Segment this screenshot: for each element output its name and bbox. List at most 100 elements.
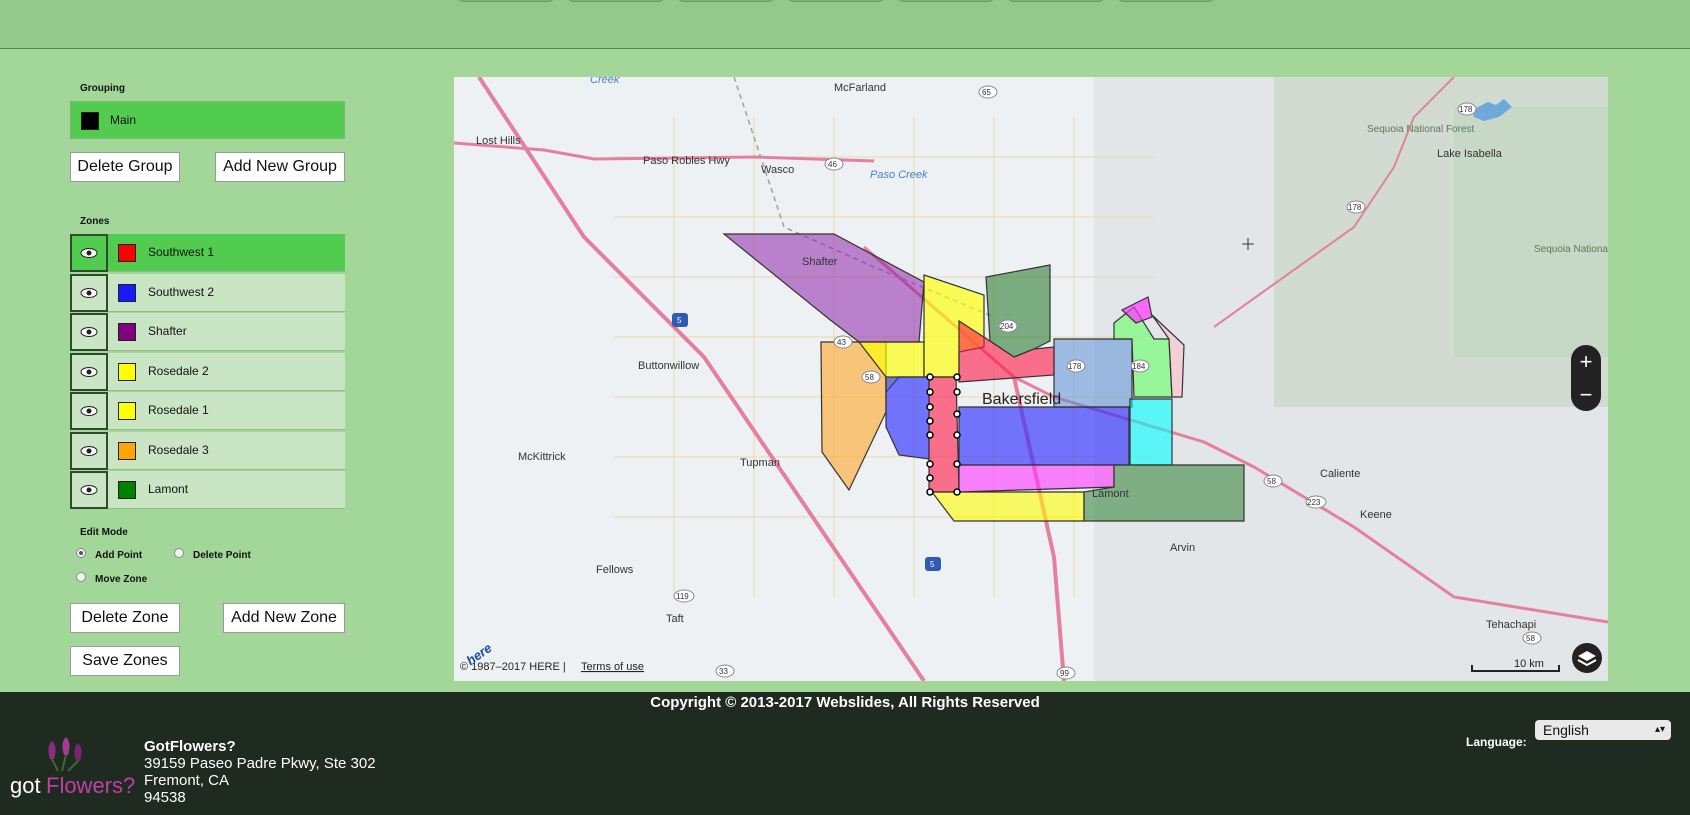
- logo-text-flowers: Flowers?: [46, 773, 136, 798]
- zone-row[interactable]: Rosedale 2: [70, 352, 345, 391]
- zoom-in-button[interactable]: +: [1571, 345, 1601, 378]
- route-shield: 178: [1068, 362, 1082, 371]
- place-label: Keene: [1360, 509, 1392, 521]
- place-label: Fellows: [596, 564, 634, 576]
- layers-button[interactable]: [1572, 643, 1602, 673]
- place-label: Arvin: [1170, 542, 1195, 554]
- visibility-toggle[interactable]: [70, 234, 108, 272]
- zone-name: Rosedale 1: [148, 403, 209, 417]
- route-shield: 223: [1307, 498, 1321, 507]
- delete-point-radio[interactable]: [174, 548, 184, 558]
- footer-address: GotFlowers? 39159 Paseo Padre Pkwy, Ste …: [144, 738, 376, 806]
- move-zone-radio[interactable]: [76, 572, 86, 582]
- route-shield: 65: [982, 88, 991, 97]
- nav-tab[interactable]: [1116, 0, 1216, 2]
- zoom-control: + −: [1571, 345, 1601, 411]
- zone-magenta-south[interactable]: [958, 464, 1115, 493]
- route-shield: 119: [676, 592, 689, 601]
- nav-tab[interactable]: [1006, 0, 1106, 2]
- zone-name: Rosedale 2: [148, 363, 209, 378]
- place-label: Sequoia National Forest: [1534, 244, 1608, 255]
- eye-icon: [80, 485, 98, 495]
- route-shield: 5: [677, 316, 682, 325]
- top-nav-bar: [0, 0, 1690, 49]
- route-shield: 5: [930, 560, 935, 569]
- zone-cyan[interactable]: [1129, 398, 1173, 466]
- route-shield: 33: [719, 667, 728, 676]
- eye-icon: [80, 366, 98, 377]
- edit-mode-heading: Edit Mode: [80, 527, 128, 538]
- zone-color-swatch[interactable]: [118, 323, 136, 341]
- address-zip: 94538: [144, 789, 186, 806]
- zone-name: Southwest 2: [148, 284, 215, 299]
- zoom-out-button[interactable]: −: [1571, 378, 1601, 411]
- address-line-2: Fremont, CA: [144, 772, 230, 789]
- zone-color-swatch[interactable]: [118, 481, 136, 499]
- gotflowers-logo: got Flowers?: [10, 737, 135, 812]
- forest-terrain: [1454, 107, 1608, 357]
- language-label: Language:: [1466, 735, 1527, 749]
- nav-tab[interactable]: [566, 0, 666, 2]
- zone-color-swatch[interactable]: [118, 362, 136, 381]
- eye-icon: [80, 406, 98, 416]
- zone-row[interactable]: Rosedale 1: [70, 392, 345, 430]
- add-new-group-button[interactable]: Add New Group: [215, 152, 345, 182]
- route-shield: 43: [837, 338, 846, 347]
- zone-yellow-south[interactable]: [930, 491, 1085, 522]
- footer: Copyright © 2013-2017 Webslides, All Rig…: [0, 692, 1690, 815]
- visibility-toggle[interactable]: [70, 273, 108, 312]
- place-label: Lamont: [1092, 488, 1129, 500]
- visibility-toggle[interactable]: [70, 392, 108, 430]
- visibility-toggle[interactable]: [70, 431, 108, 470]
- eye-icon: [80, 287, 98, 298]
- map-svg[interactable]: Creek McFarland Lost Hills Paso Robles H…: [454, 77, 1608, 681]
- scale-label: 10 km: [1514, 658, 1544, 670]
- route-shield: 58: [1526, 634, 1535, 643]
- zone-color-swatch[interactable]: [118, 244, 136, 262]
- zone-east-blue[interactable]: [1053, 338, 1133, 408]
- place-label: Sequoia National Forest: [1367, 124, 1475, 135]
- zone-southwest-2-west[interactable]: [885, 376, 930, 460]
- nav-tab[interactable]: [456, 0, 556, 2]
- group-color-swatch[interactable]: [81, 112, 99, 130]
- eye-icon: [80, 445, 98, 456]
- zone-color-swatch[interactable]: [118, 283, 136, 302]
- zone-name: Rosedale 3: [148, 442, 209, 457]
- place-label: Taft: [666, 613, 684, 625]
- visibility-toggle[interactable]: [70, 471, 108, 509]
- zone-name: Shafter: [148, 324, 187, 338]
- map-canvas[interactable]: Creek McFarland Lost Hills Paso Robles H…: [454, 77, 1608, 681]
- visibility-toggle[interactable]: [70, 313, 108, 351]
- zone-row[interactable]: Southwest 1: [70, 234, 345, 272]
- zone-name: Lamont: [148, 482, 189, 496]
- place-label: Lost Hills: [476, 135, 521, 147]
- address-line-1: 39159 Paseo Padre Pkwy, Ste 302: [144, 755, 376, 772]
- footer-copyright: Copyright © 2013-2017 Webslides, All Rig…: [650, 694, 1040, 711]
- language-select[interactable]: English ▴▾: [1535, 720, 1671, 740]
- nav-tab[interactable]: [786, 0, 886, 2]
- zone-row[interactable]: Shafter: [70, 313, 345, 351]
- delete-zone-button[interactable]: Delete Zone: [70, 603, 180, 633]
- nav-tab[interactable]: [896, 0, 996, 2]
- nav-tab[interactable]: [676, 0, 776, 2]
- visibility-toggle[interactable]: [70, 352, 108, 391]
- add-point-radio[interactable]: [76, 548, 86, 558]
- eye-icon: [80, 327, 98, 337]
- zone-row[interactable]: Southwest 2: [70, 273, 345, 312]
- save-zones-button[interactable]: Save Zones: [70, 646, 180, 676]
- add-new-zone-button[interactable]: Add New Zone: [223, 603, 345, 633]
- zone-lamont[interactable]: [985, 264, 1051, 358]
- zone-color-swatch[interactable]: [118, 402, 136, 420]
- zone-color-swatch[interactable]: [118, 441, 136, 460]
- place-label: Paso Robles Hwy: [643, 155, 730, 167]
- zone-row[interactable]: Lamont: [70, 471, 345, 509]
- place-label: Buttonwillow: [638, 360, 699, 372]
- zone-southwest-2[interactable]: [958, 406, 1130, 466]
- place-label: McFarland: [834, 82, 886, 94]
- terms-of-use-link[interactable]: Terms of use: [581, 661, 644, 673]
- zone-row[interactable]: Rosedale 3: [70, 431, 345, 470]
- select-arrow-icon: ▴▾: [1654, 724, 1665, 735]
- place-label: Tehachapi: [1486, 619, 1536, 631]
- delete-group-button[interactable]: Delete Group: [70, 152, 180, 182]
- group-row-main[interactable]: Main: [70, 101, 345, 139]
